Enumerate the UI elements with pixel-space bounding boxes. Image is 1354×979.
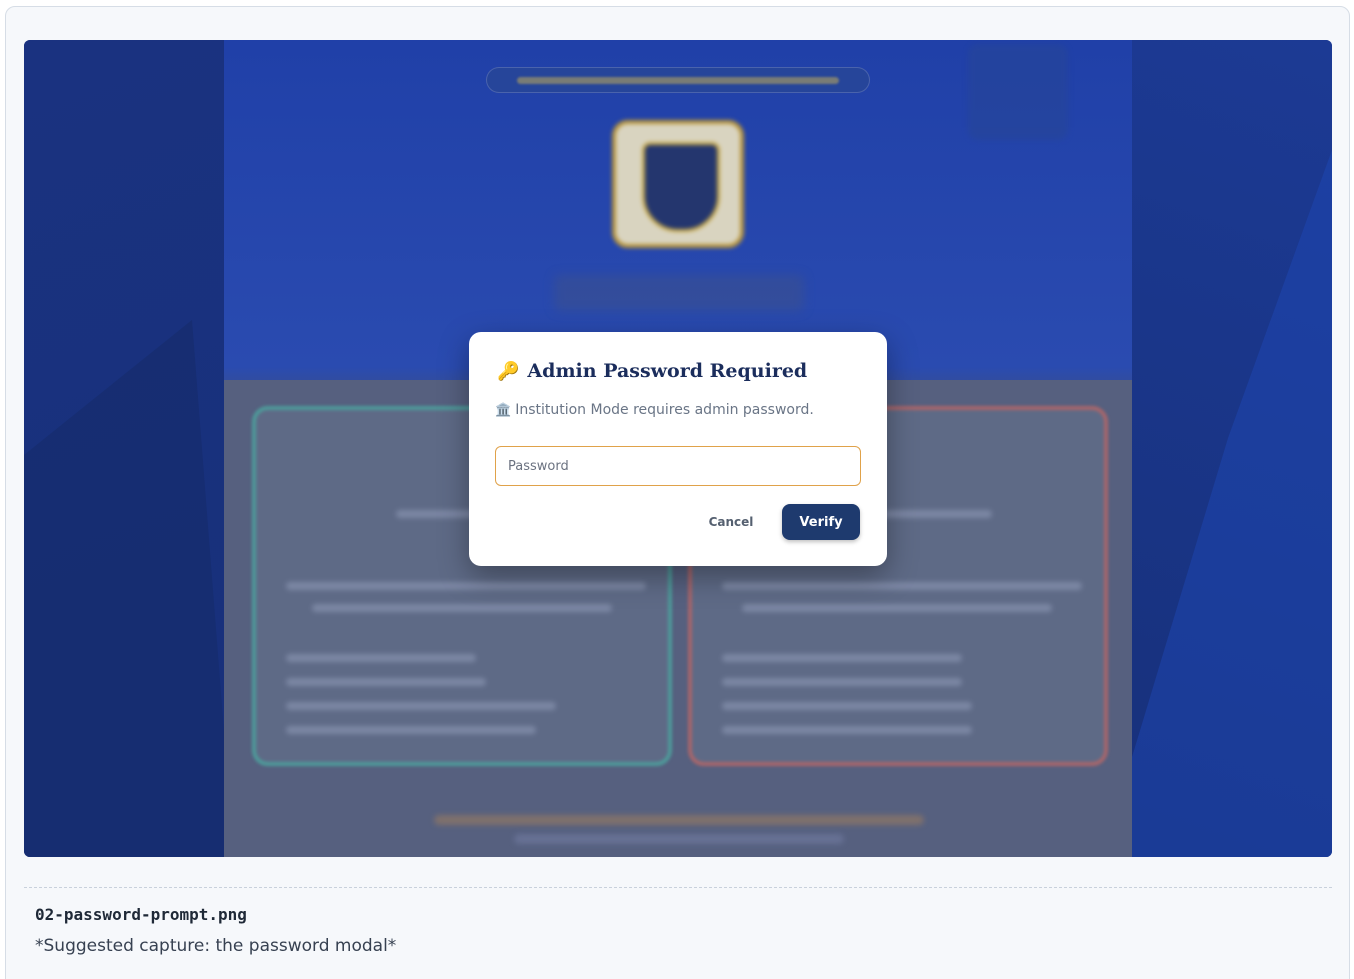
institution-icon: 🏛️ <box>495 402 512 418</box>
blurred-header-pill <box>486 67 870 93</box>
crest-icon <box>612 120 744 248</box>
key-icon: 🔑 <box>497 360 520 382</box>
image-caption: *Suggested capture: the password modal* <box>35 936 397 956</box>
verify-button[interactable]: Verify <box>782 504 860 540</box>
blurred-page-title <box>554 275 804 311</box>
modal-description: 🏛️ Institution Mode requires admin passw… <box>495 402 814 418</box>
caption-divider <box>24 887 1332 888</box>
modal-description-text: Institution Mode requires admin password… <box>515 402 814 418</box>
modal-title: 🔑 Admin Password Required <box>497 360 807 382</box>
blurred-footer-line <box>514 834 844 844</box>
cancel-button[interactable]: Cancel <box>699 504 763 540</box>
blurred-corner-graphic <box>968 44 1068 140</box>
password-input[interactable] <box>495 446 861 486</box>
image-filename: 02-password-prompt.png <box>35 905 247 924</box>
modal-title-text: Admin Password Required <box>527 360 808 382</box>
blurred-footer-line <box>434 815 924 825</box>
admin-password-modal: 🔑 Admin Password Required 🏛️ Institution… <box>469 332 887 566</box>
